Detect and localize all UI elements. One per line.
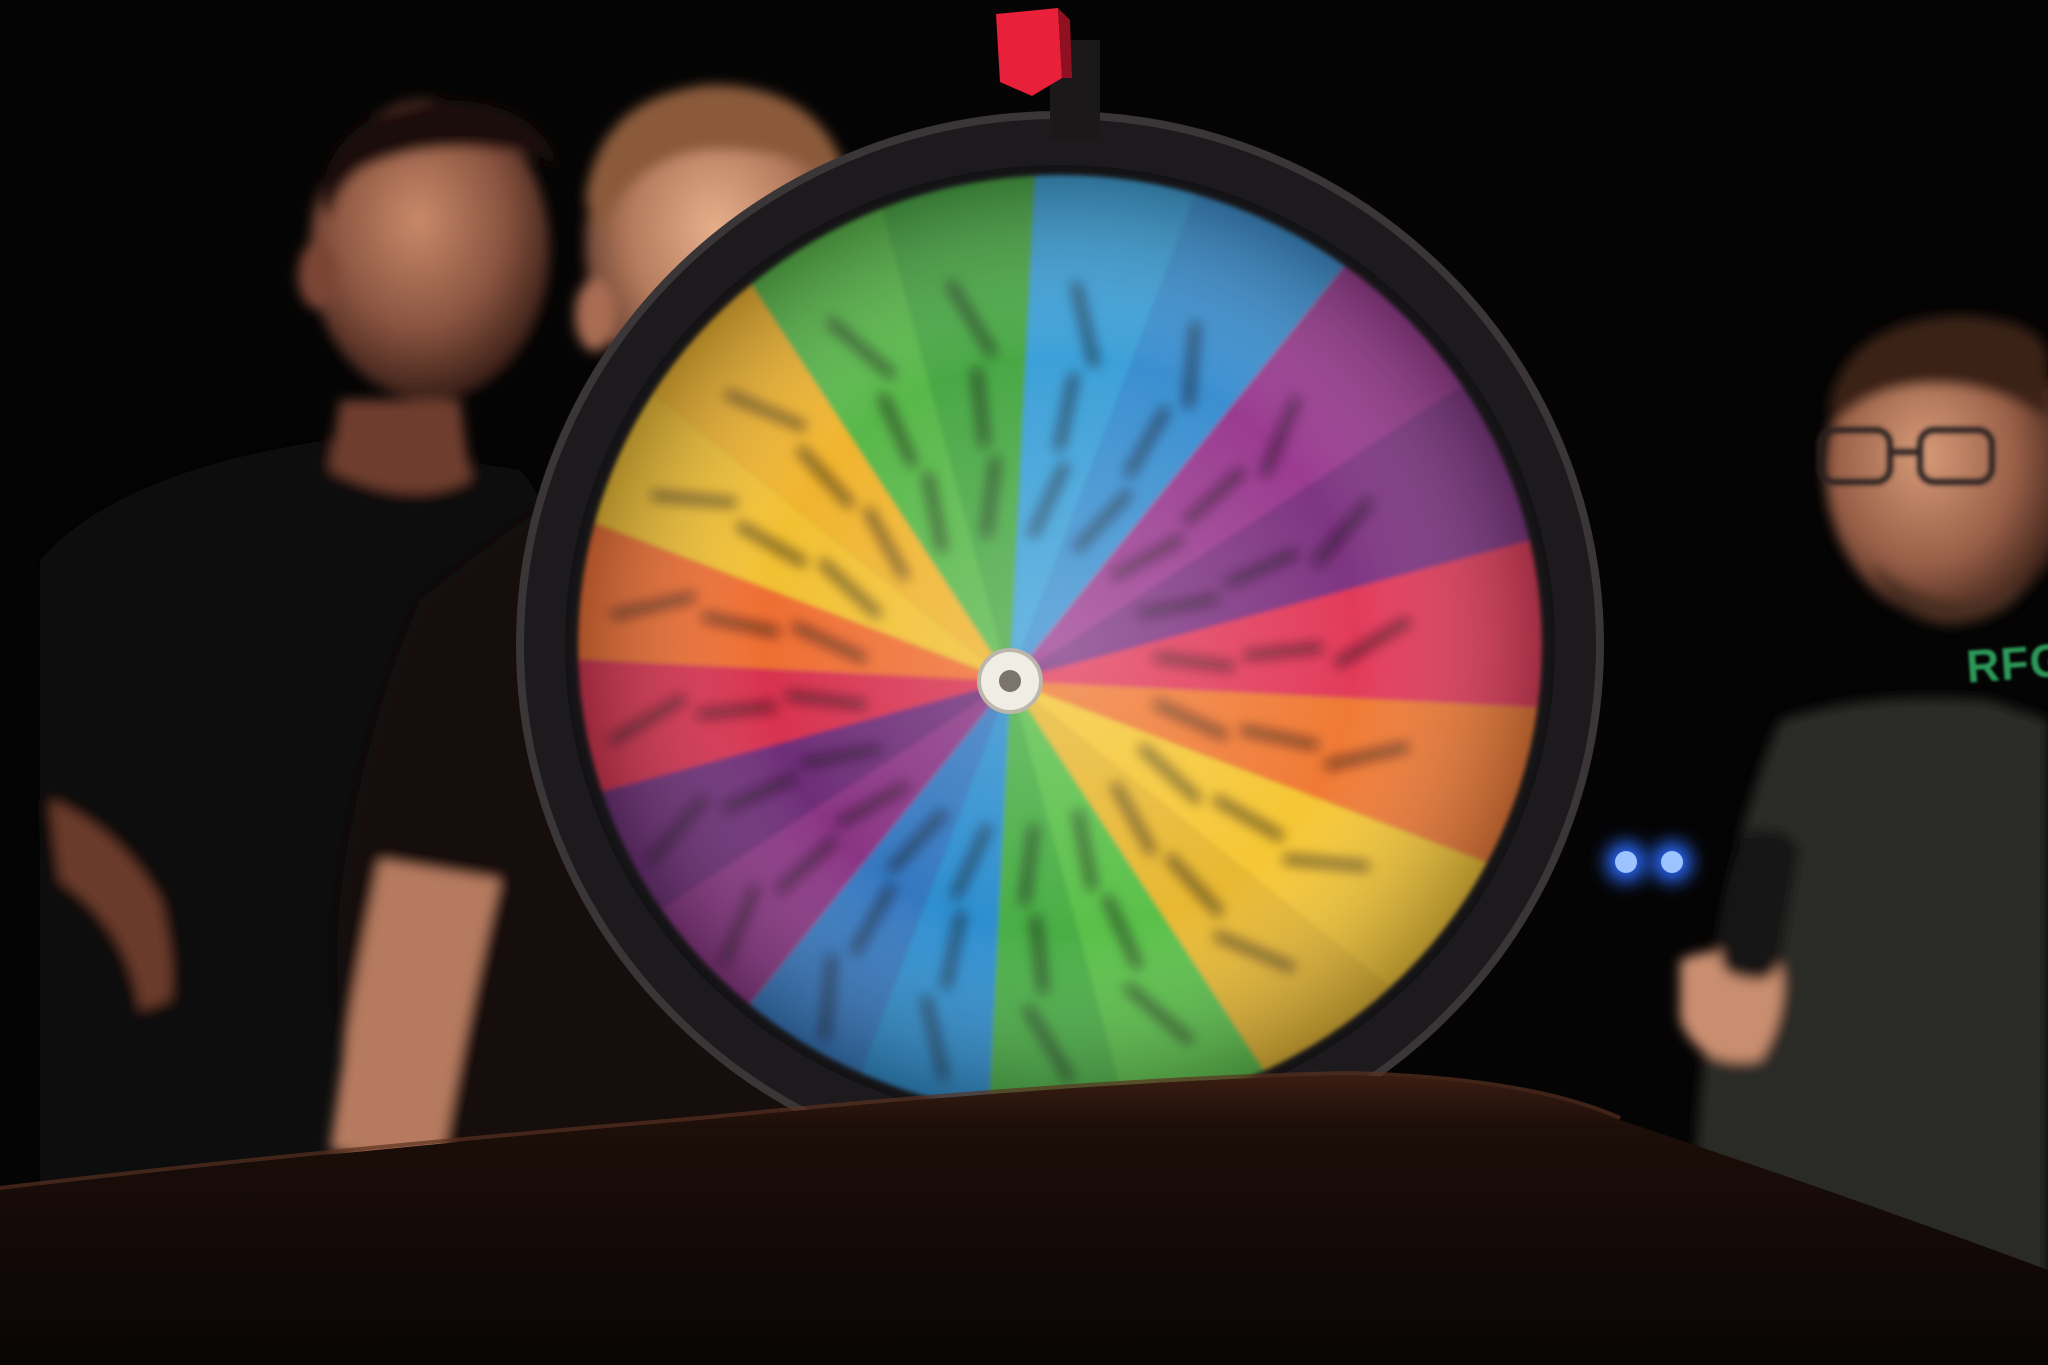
person-left-ear xyxy=(298,241,338,309)
person-left-neck xyxy=(330,400,470,493)
person-center-ear xyxy=(575,279,615,351)
prize-wheel xyxy=(516,111,1604,1179)
photo-scene: RFGH xyxy=(0,0,2048,1365)
pointer-flag-icon xyxy=(996,8,1062,96)
shirt-print-text: RFGH xyxy=(1964,631,2048,692)
wheel-hub-screw xyxy=(999,670,1021,692)
blue-light-right xyxy=(1661,851,1683,873)
wheel-shading xyxy=(565,165,1555,1125)
blue-light-left xyxy=(1615,851,1637,873)
